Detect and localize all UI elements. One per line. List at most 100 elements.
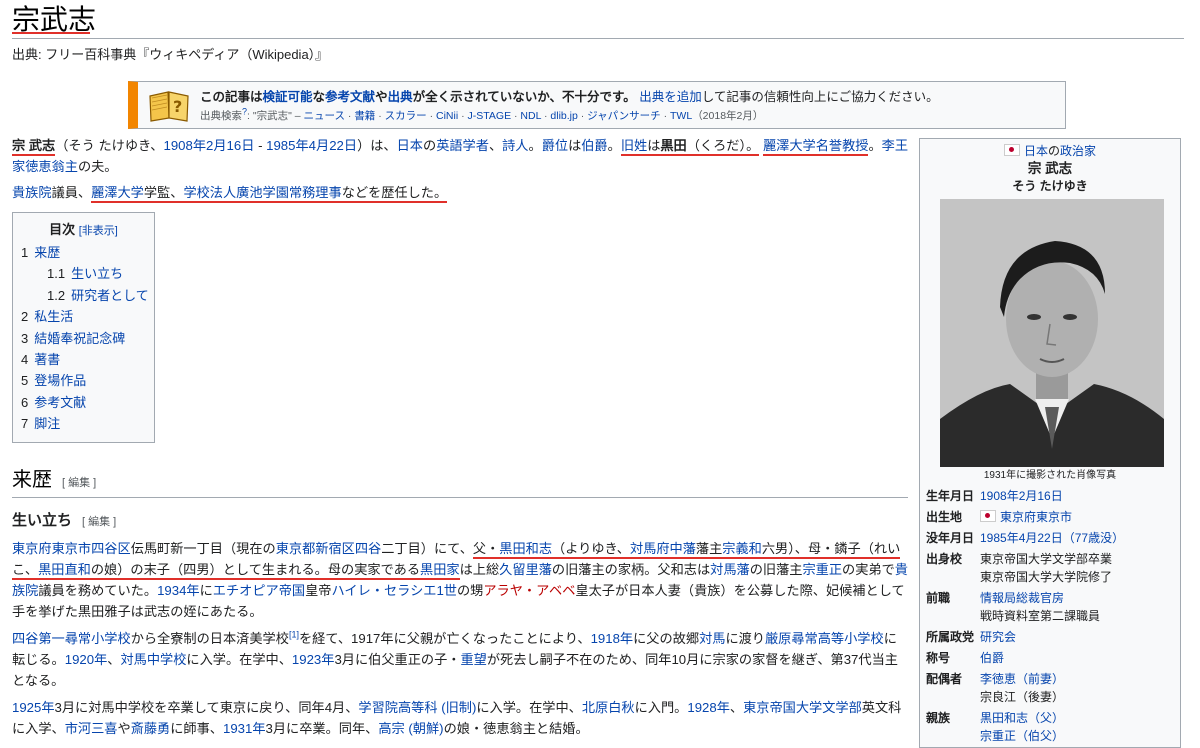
- toc-link[interactable]: 研究者として: [71, 288, 149, 303]
- verifiability-link[interactable]: 検証可能: [263, 90, 313, 104]
- toc-link[interactable]: 登場作品: [34, 373, 86, 388]
- footnote-link[interactable]: [1]: [289, 630, 299, 640]
- link[interactable]: 麗澤大学: [91, 185, 144, 200]
- link[interactable]: 重望: [460, 652, 486, 667]
- link[interactable]: 学習院高等科 (旧制): [358, 700, 476, 715]
- link[interactable]: 対馬中学校: [120, 652, 186, 667]
- edit-subsection-link[interactable]: [ 編集 ]: [82, 516, 116, 528]
- add-source-link[interactable]: 出典を追加: [639, 90, 702, 104]
- link[interactable]: 高宗 (朝鮮): [378, 721, 443, 736]
- toc-link[interactable]: 結婚奉祝記念碑: [34, 331, 125, 346]
- toc-hide-toggle[interactable]: [非表示]: [79, 225, 118, 237]
- infobox-link[interactable]: 1985年4月22日（77歳没）: [980, 531, 1124, 545]
- link[interactable]: 四谷第一尋常小学校: [12, 631, 131, 646]
- link[interactable]: 1925年: [12, 700, 55, 715]
- link[interactable]: 1934年: [157, 583, 200, 598]
- link[interactable]: 1908年: [163, 138, 206, 153]
- link[interactable]: 1931年: [223, 721, 266, 736]
- link[interactable]: 1928年: [687, 700, 730, 715]
- references-link[interactable]: 参考文献: [325, 90, 375, 104]
- infobox-link[interactable]: 情報局総裁官房: [980, 591, 1064, 605]
- link[interactable]: 伯爵: [581, 138, 607, 153]
- link[interactable]: 東京都: [276, 541, 316, 556]
- link[interactable]: 貴族院: [12, 185, 52, 200]
- portrait-photo[interactable]: [940, 199, 1164, 467]
- edit-section-link[interactable]: [ 編集 ]: [62, 477, 96, 489]
- toc-item[interactable]: 1.2 研究者として: [13, 285, 154, 306]
- link[interactable]: 旧姓: [621, 138, 647, 153]
- infobox-link[interactable]: 黒田和志（父）: [980, 711, 1064, 725]
- link[interactable]: 黒田家: [420, 562, 460, 577]
- toc-item[interactable]: 1 来歴: [13, 242, 154, 263]
- toc-link[interactable]: 私生活: [34, 309, 73, 324]
- link[interactable]: 文学部: [822, 700, 862, 715]
- link[interactable]: 麗澤大学: [763, 138, 816, 153]
- link[interactable]: ハイレ・セラシエ1世: [331, 583, 457, 598]
- link[interactable]: 対馬: [699, 631, 725, 646]
- toc-item[interactable]: 2 私生活: [13, 306, 154, 327]
- link[interactable]: 詩人: [502, 138, 528, 153]
- link[interactable]: 爵位: [542, 138, 568, 153]
- link[interactable]: 対馬府中藩: [630, 541, 696, 556]
- infobox-link[interactable]: 1908年2月16日: [980, 489, 1063, 503]
- link[interactable]: 厳原尋常高等小学校: [765, 631, 884, 646]
- toc-item[interactable]: 4 著書: [13, 349, 154, 370]
- toc-item[interactable]: 6 参考文献: [13, 392, 154, 413]
- link[interactable]: 久留里藩: [499, 562, 552, 577]
- sources-link[interactable]: 出典: [388, 90, 413, 104]
- source-search-link[interactable]: dlib.jp: [550, 110, 577, 122]
- link[interactable]: 日本: [397, 138, 423, 153]
- link[interactable]: 名誉教授: [816, 138, 869, 153]
- source-search-link[interactable]: スカラー: [385, 110, 427, 122]
- toc-link[interactable]: 脚注: [34, 416, 60, 431]
- link[interactable]: 2月16日: [206, 138, 254, 153]
- link[interactable]: 1920年: [65, 652, 108, 667]
- link[interactable]: 政治家: [1060, 144, 1096, 158]
- link[interactable]: 黒田和志: [499, 541, 552, 556]
- link[interactable]: 学校法人廣池学園: [183, 185, 289, 200]
- infobox-link[interactable]: 研究会: [980, 630, 1016, 644]
- source-search-link[interactable]: ジャパンサーチ: [587, 110, 661, 122]
- link[interactable]: 市河三喜: [65, 721, 118, 736]
- link[interactable]: 4月22日: [309, 138, 357, 153]
- toc-item[interactable]: 3 結婚奉祝記念碑: [13, 328, 154, 349]
- link[interactable]: 徳恵翁主: [25, 159, 78, 174]
- infobox-value: 宗良江（後妻）: [980, 690, 1065, 704]
- toc-item[interactable]: 7 脚注: [13, 413, 154, 434]
- link[interactable]: 斎藤勇: [131, 721, 171, 736]
- link[interactable]: 英語学者: [436, 138, 489, 153]
- link[interactable]: 宗重正: [802, 562, 842, 577]
- link[interactable]: 四谷区: [91, 541, 131, 556]
- link[interactable]: 東京市: [52, 541, 92, 556]
- redlink[interactable]: アラヤ・アベベ: [483, 583, 575, 598]
- link[interactable]: 日本: [1024, 144, 1048, 158]
- link[interactable]: 宗義和: [722, 541, 762, 556]
- infobox-link[interactable]: 東京府東京市: [1000, 510, 1072, 524]
- toc-item[interactable]: 1.1 生い立ち: [13, 263, 154, 284]
- link[interactable]: 対馬藩: [710, 562, 750, 577]
- toc-link[interactable]: 来歴: [34, 245, 60, 260]
- toc-link[interactable]: 著書: [34, 352, 60, 367]
- source-search-link[interactable]: 書籍: [354, 110, 375, 122]
- link[interactable]: 北原白秋: [582, 700, 635, 715]
- toc-link[interactable]: 生い立ち: [71, 266, 123, 281]
- link[interactable]: 1923年: [292, 652, 335, 667]
- source-search-link[interactable]: NDL: [520, 110, 541, 122]
- source-search-link[interactable]: TWL: [670, 110, 692, 122]
- source-search-link[interactable]: ニュース: [303, 110, 344, 122]
- link[interactable]: 東京府: [12, 541, 52, 556]
- infobox-link[interactable]: 李徳恵（前妻）: [980, 672, 1064, 686]
- link[interactable]: 常務理事: [289, 185, 342, 200]
- link[interactable]: 東京帝国大学: [743, 700, 822, 715]
- infobox-link[interactable]: 伯爵: [980, 651, 1004, 665]
- link[interactable]: エチオピア帝国: [213, 583, 305, 598]
- source-search-link[interactable]: CiNii: [436, 110, 458, 122]
- toc-item[interactable]: 5 登場作品: [13, 370, 154, 391]
- link[interactable]: 黒田直和: [38, 562, 91, 577]
- link[interactable]: 四谷: [355, 541, 381, 556]
- toc-link[interactable]: 参考文献: [34, 395, 86, 410]
- link[interactable]: 新宿区: [315, 541, 355, 556]
- source-search-link[interactable]: J-STAGE: [468, 110, 512, 122]
- link[interactable]: 1918年: [591, 631, 634, 646]
- link[interactable]: 1985年: [266, 138, 309, 153]
